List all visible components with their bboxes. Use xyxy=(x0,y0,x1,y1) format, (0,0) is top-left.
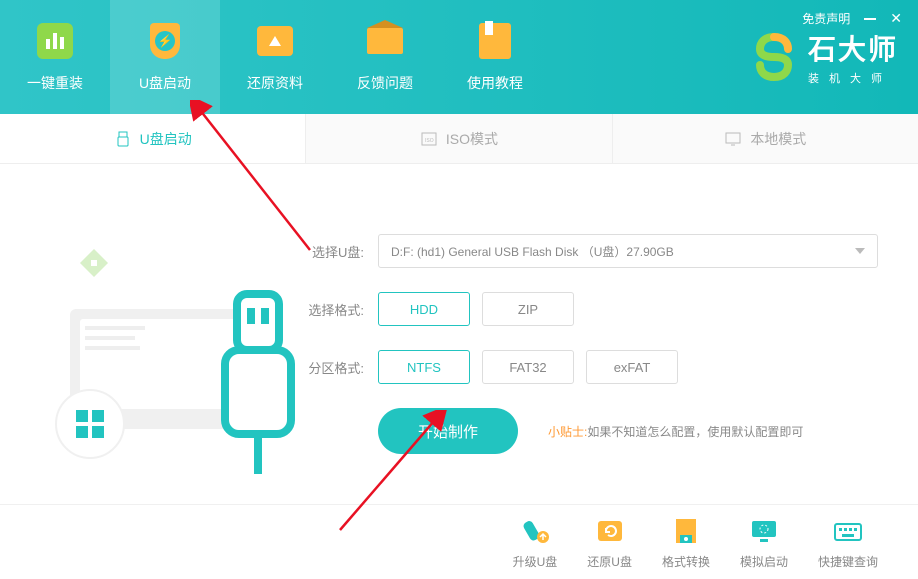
svg-text:ISO: ISO xyxy=(425,138,434,144)
foot-hotkey-query[interactable]: 快捷键查询 xyxy=(818,515,878,570)
header: 免责声明 ✕ 一键重装 ⚡ U盘启动 还原资料 反馈问题 使用教程 石大师 xyxy=(0,0,918,114)
format-convert-icon xyxy=(670,515,702,547)
foot-simulate-boot[interactable]: 模拟启动 xyxy=(740,515,788,570)
foot-upgrade-usb[interactable]: 升级U盘 xyxy=(513,515,558,570)
tip-prefix: 小贴士: xyxy=(548,425,587,439)
tutorial-icon xyxy=(479,23,511,59)
chevron-down-icon xyxy=(855,248,865,254)
nav-label: 还原资料 xyxy=(247,73,303,93)
foot-label: 快捷键查询 xyxy=(818,553,878,570)
subtab-label: ISO模式 xyxy=(446,129,498,149)
usb-restore-icon xyxy=(594,515,626,547)
tip: 小贴士:如果不知道怎么配置，使用默认配置即可 xyxy=(548,423,803,440)
nav-usb-boot[interactable]: ⚡ U盘启动 xyxy=(110,0,220,114)
subtab-iso[interactable]: ISO ISO模式 xyxy=(306,114,612,163)
format-label: 选择格式: xyxy=(300,300,364,319)
nav-label: 使用教程 xyxy=(467,73,523,93)
keyboard-icon xyxy=(832,515,864,547)
partition-exfat[interactable]: exFAT xyxy=(586,350,678,384)
nav-label: 反馈问题 xyxy=(357,73,413,93)
foot-restore-usb[interactable]: 还原U盘 xyxy=(587,515,632,570)
brand-logo: 石大师 装机大师 xyxy=(750,0,898,114)
nav-feedback[interactable]: 反馈问题 xyxy=(330,0,440,114)
iso-icon: ISO xyxy=(420,130,438,148)
foot-label: 模拟启动 xyxy=(740,553,788,570)
start-button[interactable]: 开始制作 xyxy=(378,408,518,454)
subtab-local[interactable]: 本地模式 xyxy=(613,114,918,163)
subtab-label: 本地模式 xyxy=(750,129,806,149)
form: 选择U盘: D:F: (hd1) General USB Flash Disk … xyxy=(300,194,878,494)
restore-icon xyxy=(257,26,293,56)
monitor-icon xyxy=(724,130,742,148)
foot-format-convert[interactable]: 格式转换 xyxy=(662,515,710,570)
nav-label: U盘启动 xyxy=(139,73,191,93)
subtab-usb-boot[interactable]: U盘启动 xyxy=(0,114,306,163)
disk-select[interactable]: D:F: (hd1) General USB Flash Disk （U盘）27… xyxy=(378,234,878,268)
main-nav: 一键重装 ⚡ U盘启动 还原资料 反馈问题 使用教程 xyxy=(0,0,550,114)
nav-tutorial[interactable]: 使用教程 xyxy=(440,0,550,114)
foot-label: 还原U盘 xyxy=(587,553,632,570)
simulate-icon xyxy=(748,515,780,547)
usb-boot-icon: ⚡ xyxy=(150,23,180,59)
footer: 升级U盘 还原U盘 格式转换 模拟启动 快捷键查询 xyxy=(0,504,918,579)
format-hdd[interactable]: HDD xyxy=(378,292,470,326)
partition-fat32[interactable]: FAT32 xyxy=(482,350,574,384)
brand-name: 石大师 xyxy=(808,28,898,68)
tip-text: 如果不知道怎么配置，使用默认配置即可 xyxy=(587,425,803,439)
brand-sub: 装机大师 xyxy=(808,70,898,86)
partition-label: 分区格式: xyxy=(300,358,364,377)
partition-ntfs[interactable]: NTFS xyxy=(378,350,470,384)
format-zip[interactable]: ZIP xyxy=(482,292,574,326)
nav-reinstall[interactable]: 一键重装 xyxy=(0,0,110,114)
subtab-label: U盘启动 xyxy=(140,129,192,149)
foot-label: 格式转换 xyxy=(662,553,710,570)
usb-upgrade-icon xyxy=(519,515,551,547)
disk-value: D:F: (hd1) General USB Flash Disk （U盘）27… xyxy=(391,243,674,260)
sub-tabs: U盘启动 ISO ISO模式 本地模式 xyxy=(0,114,918,164)
foot-label: 升级U盘 xyxy=(513,553,558,570)
nav-label: 一键重装 xyxy=(27,73,83,93)
disk-label: 选择U盘: xyxy=(300,242,364,261)
feedback-icon xyxy=(367,28,403,54)
nav-restore[interactable]: 还原资料 xyxy=(220,0,330,114)
reinstall-icon xyxy=(37,23,73,59)
illustration xyxy=(0,194,300,494)
main-content: 选择U盘: D:F: (hd1) General USB Flash Disk … xyxy=(0,164,918,504)
logo-icon xyxy=(750,33,798,81)
usb-icon xyxy=(114,130,132,148)
